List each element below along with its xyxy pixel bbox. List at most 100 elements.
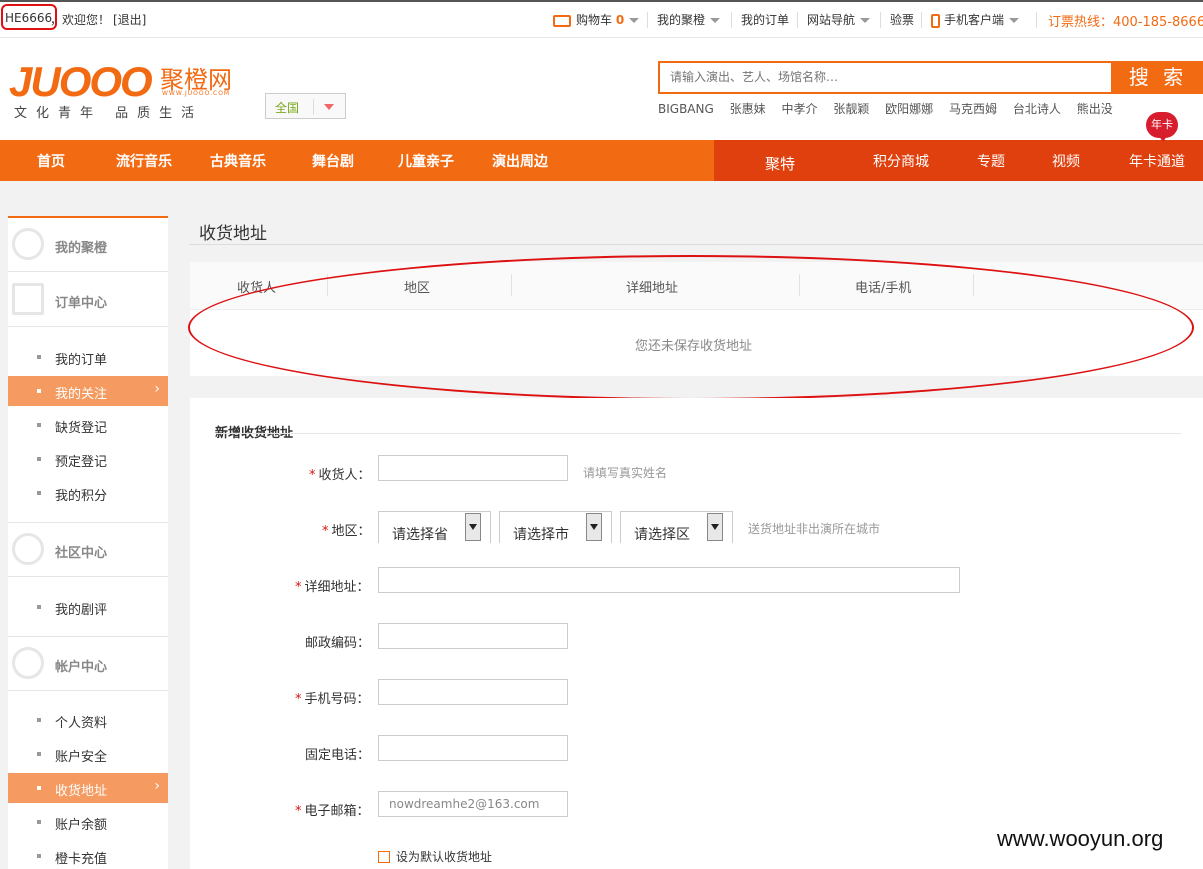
nav-kids[interactable]: 儿童亲子 <box>398 151 454 171</box>
nav-classical[interactable]: 古典音乐 <box>210 151 266 171</box>
sidebar-item-security[interactable]: 账户安全 <box>8 739 168 769</box>
sidebar-item-label: 我的关注 <box>55 387 108 402</box>
my-juooo-menu[interactable]: 我的聚橙 <box>657 11 721 28</box>
slogan: 文化青年 品质生活 <box>14 106 204 121</box>
gear-icon <box>12 647 44 679</box>
hot-keyword[interactable]: 马克西姆 <box>949 102 997 116</box>
mobile-field[interactable] <box>378 679 568 705</box>
address-field[interactable] <box>378 567 960 593</box>
nav-topics[interactable]: 专题 <box>977 151 1005 171</box>
hot-keyword[interactable]: 欧阳娜娜 <box>885 102 933 116</box>
nav-pop-music[interactable]: 流行音乐 <box>116 151 172 171</box>
sidebar-item-label: 收货地址 <box>55 784 108 799</box>
sidebar-item-label: 账户安全 <box>55 750 108 765</box>
sidebar-item-balance[interactable]: 账户余额 <box>8 807 168 837</box>
list-icon <box>12 283 44 315</box>
sidebar-section-my[interactable]: 我的聚橙 <box>8 218 168 272</box>
sidebar-item-label: 账户余额 <box>55 818 108 833</box>
hotline: 订票热线：400-185-8666 <box>1048 15 1203 30</box>
hot-keyword[interactable]: BIGBANG <box>658 102 714 116</box>
hot-keywords: BIGBANG 张惠妹 中孝介 张靓颖 欧阳娜娜 马克西姆 台北诗人 熊出没 <box>658 100 1125 117</box>
sidebar-item-label: 个人资料 <box>55 716 108 731</box>
chevron-down-icon <box>465 513 481 541</box>
nav-home[interactable]: 首页 <box>37 151 65 171</box>
province-select[interactable]: 请选择省 <box>378 511 491 543</box>
sidebar-item-reservation[interactable]: 预定登记 <box>8 444 168 474</box>
sidebar-item-label: 我的剧评 <box>55 603 108 618</box>
hot-keyword[interactable]: 张靓颖 <box>833 102 869 116</box>
my-orders-link[interactable]: 我的订单 <box>741 11 789 28</box>
sidebar-item-my-follows[interactable]: 我的关注 › <box>8 376 168 406</box>
nav-points-mall[interactable]: 积分商城 <box>873 151 929 171</box>
receiver-input[interactable] <box>379 456 567 480</box>
ticket-check-link[interactable]: 验票 <box>890 11 914 28</box>
city-select[interactable]: 全国 <box>265 93 346 119</box>
sidebar-item-label: 橙卡充值 <box>55 852 108 867</box>
nav-jute[interactable]: 聚特 <box>765 153 795 174</box>
nav-annual-card[interactable]: 年卡通道 <box>1129 151 1185 171</box>
mobile-input[interactable] <box>379 680 567 704</box>
logout-link[interactable]: [退出] <box>113 11 146 28</box>
region-hint: 送货地址非出演所在城市 <box>748 522 881 536</box>
hot-keyword[interactable]: 台北诗人 <box>1013 102 1061 116</box>
address-label: * 详细地址： <box>295 580 370 595</box>
region-label: * 地区： <box>322 524 371 539</box>
site-nav-menu[interactable]: 网站导航 <box>807 11 871 28</box>
mobile-client-menu[interactable]: 手机客户端 <box>931 11 1020 28</box>
sidebar-item-my-orders[interactable]: 我的订单 <box>8 342 168 372</box>
mobile-client-label: 手机客户端 <box>944 13 1005 27</box>
nav-video[interactable]: 视频 <box>1052 151 1080 171</box>
postcode-input[interactable] <box>379 624 567 648</box>
title-divider <box>189 244 1203 245</box>
city-select[interactable]: 请选择市 <box>499 511 612 543</box>
site-nav-label: 网站导航 <box>807 13 856 27</box>
welcome-text: ，欢迎您！ <box>50 13 111 27</box>
phone-input[interactable] <box>379 736 567 760</box>
postcode-field[interactable] <box>378 623 568 649</box>
search-button[interactable]: 搜 索 <box>1113 61 1203 94</box>
logo[interactable]: JUOOO <box>9 58 153 106</box>
sidebar-item-label: 预定登记 <box>55 455 108 470</box>
hot-keyword[interactable]: 中孝介 <box>781 102 817 116</box>
cart-link[interactable]: 购物车 0 <box>553 11 640 28</box>
nav-stage[interactable]: 舞台剧 <box>312 151 354 171</box>
default-address-checkbox[interactable] <box>378 851 390 863</box>
sidebar-item-label: 我的订单 <box>55 353 108 368</box>
chevron-down-icon <box>710 18 721 23</box>
receiver-field[interactable] <box>378 455 568 481</box>
sidebar-section-label: 订单中心 <box>55 296 108 311</box>
email-field[interactable] <box>378 791 568 817</box>
hot-keyword[interactable]: 熊出没 <box>1077 102 1113 116</box>
sidebar-item-address[interactable]: 收货地址 › <box>8 773 168 803</box>
search-input[interactable] <box>670 63 1110 91</box>
logo-url: WWW.JUOOO.COM <box>162 90 231 97</box>
flower-icon <box>12 228 44 260</box>
sidebar: 我的聚橙 订单中心 我的订单 我的关注 › 缺货登记 预定登记 我的积分 社区中心… <box>8 216 168 869</box>
annual-card-badge: 年卡 <box>1146 112 1178 142</box>
default-address-label[interactable]: 设为默认收货地址 <box>396 848 492 865</box>
phone-field[interactable] <box>378 735 568 761</box>
sidebar-item-stockout[interactable]: 缺货登记 <box>8 410 168 440</box>
chevron-down-icon <box>860 18 871 23</box>
chevron-down-icon <box>707 513 723 541</box>
sidebar-section-account: 帐户中心 <box>8 637 168 691</box>
cart-count: 0 <box>615 13 625 27</box>
hot-keyword[interactable]: 张惠妹 <box>730 102 766 116</box>
district-select[interactable]: 请选择区 <box>620 511 733 543</box>
sidebar-section-label: 社区中心 <box>55 546 108 561</box>
province-value: 请选择省 <box>392 527 448 543</box>
district-value: 请选择区 <box>634 527 690 543</box>
address-input[interactable] <box>379 568 959 592</box>
email-input[interactable] <box>379 792 567 816</box>
sidebar-item-reviews[interactable]: 我的剧评 <box>8 592 168 622</box>
cart-label: 购物车 <box>576 13 613 27</box>
nav-merch[interactable]: 演出周边 <box>492 151 548 171</box>
sidebar-item-profile[interactable]: 个人资料 <box>8 705 168 735</box>
chevron-down-icon <box>1009 18 1020 23</box>
phone-label: 固定电话： <box>305 748 371 763</box>
chevron-right-icon: › <box>154 381 160 397</box>
sidebar-item-card-recharge[interactable]: 橙卡充值 <box>8 841 168 869</box>
sidebar-item-points[interactable]: 我的积分 <box>8 478 168 508</box>
highlight-oval <box>188 255 1194 400</box>
sidebar-item-label: 我的积分 <box>55 489 108 504</box>
